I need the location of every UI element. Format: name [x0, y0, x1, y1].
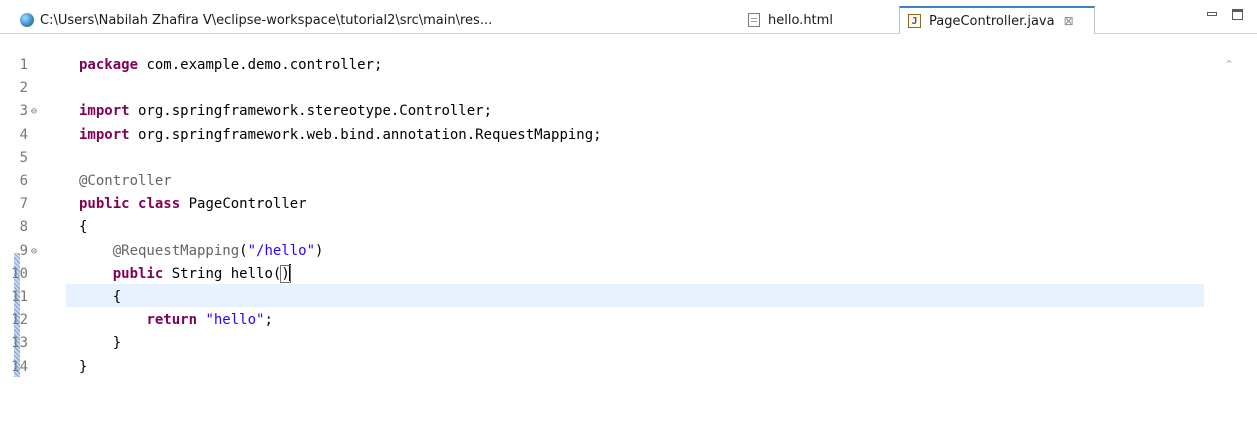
globe-icon [20, 13, 34, 27]
code-line[interactable]: 5 [0, 147, 1200, 170]
tab-external-file[interactable]: C:\Users\Nabilah Zhafira V\eclipse-works… [0, 6, 694, 34]
tab-label: PageController.java [929, 13, 1055, 29]
code-text[interactable]: public class PageController [79, 193, 307, 216]
maximize-icon [1231, 8, 1243, 20]
code-line[interactable]: 2 [0, 77, 1200, 100]
code-text[interactable]: public String hello() [79, 263, 291, 286]
line-number: 14 [11, 358, 28, 375]
line-number: 9 [19, 242, 28, 259]
code-text[interactable]: import org.springframework.stereotype.Co… [79, 100, 492, 123]
code-editor[interactable]: 1 package com.example.demo.controller; 2 3 ⊖… [0, 34, 1257, 426]
line-number: 10 [11, 265, 28, 282]
code-text[interactable]: @RequestMapping("/hello") [79, 240, 324, 263]
line-number: 1 [19, 57, 28, 73]
keyword-token: class [138, 196, 181, 213]
code-text[interactable]: { [79, 286, 121, 309]
code-token: ; [264, 312, 273, 329]
code-line[interactable]: 4 import org.springframework.web.bind.ann… [0, 124, 1200, 147]
code-line[interactable]: 13 } [0, 332, 1200, 355]
annotation-token: @Controller [79, 173, 172, 189]
code-text[interactable]: return "hello"; [79, 309, 273, 332]
keyword-token: public [79, 196, 130, 213]
string-token: "/hello" [247, 242, 316, 259]
tab-page-controller-java[interactable]: J PageController.java ⊠ [899, 6, 1095, 34]
code-line[interactable]: 12 return "hello"; [0, 309, 1200, 332]
maximize-button[interactable] [1227, 4, 1247, 24]
code-line[interactable]: 10 public String hello() [0, 263, 1200, 286]
code-token: { [79, 219, 88, 236]
code-token: org.springframework.web.bind.annotation.… [129, 126, 602, 143]
html-file-icon [748, 13, 760, 27]
editor-tab-bar: C:\Users\Nabilah Zhafira V\eclipse-works… [0, 0, 1257, 34]
code-token: } [79, 358, 88, 375]
tab-label: C:\Users\Nabilah Zhafira V\eclipse-works… [40, 12, 493, 28]
tab-hello-html[interactable]: hello.html [740, 6, 888, 34]
keyword-token: package [79, 57, 139, 73]
code-line[interactable]: 1 package com.example.demo.controller; [0, 54, 1200, 77]
line-number: 13 [11, 335, 28, 352]
code-line[interactable]: 9 ⊖ @RequestMapping("/hello") [0, 240, 1200, 263]
keyword-token: import [79, 103, 130, 120]
code-line[interactable]: 3 ⊖ import org.springframework.stereotype.… [0, 100, 1200, 123]
minimize-icon [1207, 12, 1217, 16]
line-number: 11 [11, 289, 28, 305]
line-number: 2 [19, 80, 28, 97]
java-file-icon: J [908, 14, 921, 28]
fold-toggle-icon[interactable]: ⊖ [31, 100, 37, 123]
code-token: ( [239, 242, 248, 259]
code-line[interactable]: 7 public class PageController [0, 193, 1200, 216]
line-number: 12 [11, 312, 28, 329]
code-line[interactable]: 14} [0, 356, 1200, 379]
code-text[interactable]: } [79, 356, 87, 379]
code-line[interactable]: 11 { [0, 286, 1200, 309]
code-text[interactable]: { [79, 216, 87, 239]
line-number: 5 [19, 149, 28, 166]
keyword-token: return [146, 312, 198, 329]
code-line[interactable]: 6 @Controller [0, 170, 1200, 193]
scroll-up-icon[interactable]: ⌃ [1223, 59, 1235, 71]
code-text[interactable]: import org.springframework.web.bind.anno… [79, 124, 602, 147]
code-line[interactable]: 8{ [0, 216, 1200, 239]
tab-label: hello.html [768, 12, 833, 28]
line-number: 7 [19, 196, 28, 213]
fold-toggle-icon[interactable]: ⊖ [31, 240, 37, 263]
code-token: org.springframework.stereotype.Controlle… [129, 103, 493, 120]
code-token: PageController [180, 196, 307, 213]
code-token: ) [315, 242, 324, 259]
string-token: "hello" [205, 312, 265, 329]
code-text[interactable]: } [79, 332, 121, 355]
annotation-token: @RequestMapping [112, 242, 240, 259]
code-token: { [79, 289, 122, 305]
close-icon[interactable]: ⊠ [1064, 15, 1074, 27]
keyword-token: public [112, 265, 164, 282]
code-token: } [79, 335, 122, 352]
text-caret [288, 263, 291, 281]
keyword-token: import [79, 126, 130, 143]
code-token: com.example.demo.controller; [138, 57, 383, 73]
line-number: 8 [19, 219, 28, 236]
line-number: 4 [19, 126, 28, 143]
code-token: String hello( [163, 265, 282, 282]
line-number: 6 [19, 173, 28, 189]
minimize-button[interactable] [1202, 4, 1222, 24]
code-text[interactable]: package com.example.demo.controller; [79, 54, 382, 77]
code-text[interactable]: @Controller [79, 170, 172, 193]
vertical-scrollbar[interactable]: ⌃ [1204, 34, 1257, 426]
line-number: 3 [19, 103, 28, 120]
